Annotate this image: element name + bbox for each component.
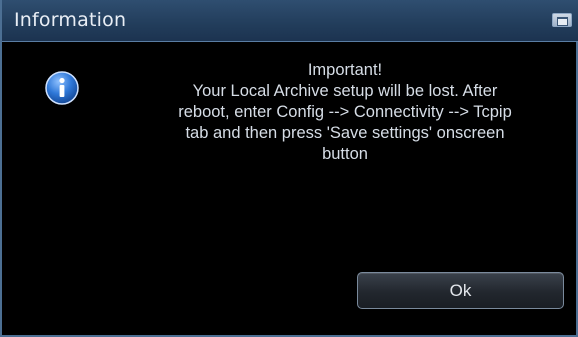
message-text: Important! Your Local Archive setup will… (122, 60, 568, 165)
message-line: tab and then press 'Save settings' onscr… (185, 124, 505, 142)
dialog-title: Information (14, 9, 127, 31)
title-bar[interactable]: Information (2, 0, 578, 42)
message-line: Important! (307, 61, 383, 79)
message-line: Your Local Archive setup will be lost. A… (192, 82, 498, 100)
message-line: button (322, 145, 368, 163)
information-dialog: Information Important! Your Local Archiv… (0, 0, 578, 337)
window-restore-icon[interactable] (552, 13, 572, 27)
ok-button[interactable]: Ok (357, 272, 564, 309)
info-icon (45, 71, 79, 105)
message-line: reboot, enter Config --> Connectivity --… (178, 103, 512, 121)
